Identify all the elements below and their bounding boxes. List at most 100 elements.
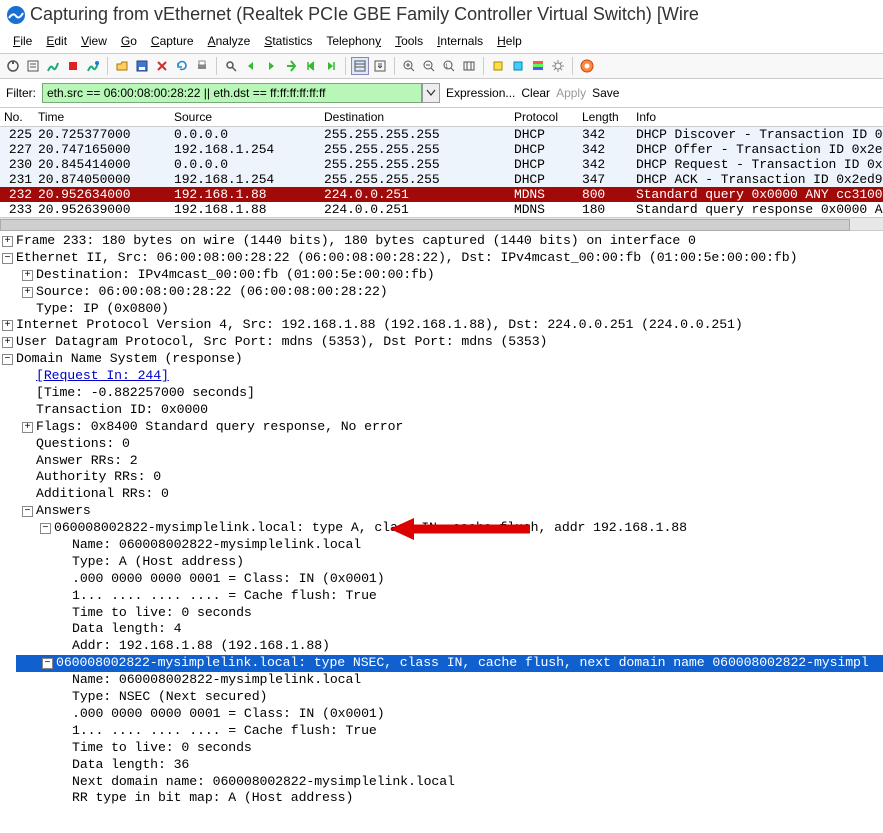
answer-1-type[interactable]: Type: A (Host address)	[72, 554, 244, 569]
display-filter-icon[interactable]	[509, 57, 527, 75]
request-link[interactable]: [Request In: 244]	[36, 368, 169, 383]
menu-view[interactable]: View	[74, 31, 114, 51]
collapse-icon[interactable]: −	[2, 354, 13, 365]
packet-list[interactable]: 22520.7253770000.0.0.0255.255.255.255DHC…	[0, 127, 883, 217]
col-protocol[interactable]: Protocol	[514, 110, 582, 124]
answer-2-type[interactable]: Type: NSEC (Next secured)	[72, 689, 267, 704]
menu-capture[interactable]: Capture	[144, 31, 201, 51]
answer-1[interactable]: 060008002822-mysimplelink.local: type A,…	[54, 520, 687, 535]
dns-txid[interactable]: Transaction ID: 0x0000	[36, 402, 208, 417]
menu-statistics[interactable]: Statistics	[257, 31, 319, 51]
options-icon[interactable]	[24, 57, 42, 75]
dns-questions[interactable]: Questions: 0	[36, 436, 130, 451]
answer-2[interactable]: 060008002822-mysimplelink.local: type NS…	[56, 655, 869, 670]
open-icon[interactable]	[113, 57, 131, 75]
save-icon[interactable]	[133, 57, 151, 75]
answer-1-datalen[interactable]: Data length: 4	[72, 621, 181, 636]
dns-authority-rrs[interactable]: Authority RRs: 0	[36, 469, 161, 484]
packet-row[interactable]: 23020.8454140000.0.0.0255.255.255.255DHC…	[0, 157, 883, 172]
forward-icon[interactable]	[262, 57, 280, 75]
filter-dropdown[interactable]	[422, 83, 440, 103]
expression-button[interactable]: Expression...	[446, 86, 515, 100]
answer-1-ttl[interactable]: Time to live: 0 seconds	[72, 605, 252, 620]
ip-summary[interactable]: Internet Protocol Version 4, Src: 192.16…	[16, 317, 743, 332]
answer-2-name[interactable]: Name: 060008002822-mysimplelink.local	[72, 672, 361, 687]
col-info[interactable]: Info	[636, 110, 883, 124]
save-button[interactable]: Save	[592, 86, 619, 100]
menu-telephony[interactable]: Telephony	[319, 31, 388, 51]
packet-row[interactable]: 22720.747165000192.168.1.254255.255.255.…	[0, 142, 883, 157]
packet-row[interactable]: 23220.952634000192.168.1.88224.0.0.251MD…	[0, 187, 883, 202]
answer-2-next[interactable]: Next domain name: 060008002822-mysimplel…	[72, 774, 455, 789]
dns-flags[interactable]: Flags: 0x8400 Standard query response, N…	[36, 419, 403, 434]
last-icon[interactable]	[322, 57, 340, 75]
apply-button[interactable]: Apply	[556, 86, 586, 100]
expand-icon[interactable]: +	[2, 320, 13, 331]
eth-destination[interactable]: Destination: IPv4mcast_00:00:fb (01:00:5…	[36, 267, 435, 282]
col-source[interactable]: Source	[174, 110, 324, 124]
answer-2-rrtype[interactable]: RR type in bit map: A (Host address)	[72, 790, 353, 805]
ethernet-summary[interactable]: Ethernet II, Src: 06:00:08:00:28:22 (06:…	[16, 250, 797, 265]
menu-edit[interactable]: Edit	[39, 31, 74, 51]
eth-source[interactable]: Source: 06:00:08:00:28:22 (06:00:08:00:2…	[36, 284, 388, 299]
expand-icon[interactable]: +	[22, 270, 33, 281]
help-icon[interactable]	[578, 57, 596, 75]
packet-row[interactable]: 23120.874050000192.168.1.254255.255.255.…	[0, 172, 883, 187]
dns-additional-rrs[interactable]: Additional RRs: 0	[36, 486, 169, 501]
first-icon[interactable]	[302, 57, 320, 75]
colorize-icon[interactable]	[351, 57, 369, 75]
clear-button[interactable]: Clear	[521, 86, 550, 100]
collapse-icon[interactable]: −	[2, 253, 13, 264]
find-icon[interactable]	[222, 57, 240, 75]
expand-icon[interactable]: +	[2, 236, 13, 247]
capture-filter-icon[interactable]	[489, 57, 507, 75]
menu-go[interactable]: Go	[114, 31, 144, 51]
back-icon[interactable]	[242, 57, 260, 75]
reload-icon[interactable]	[173, 57, 191, 75]
dns-summary[interactable]: Domain Name System (response)	[16, 351, 243, 366]
goto-icon[interactable]	[282, 57, 300, 75]
horizontal-scrollbar[interactable]	[0, 217, 883, 231]
packet-row[interactable]: 22520.7253770000.0.0.0255.255.255.255DHC…	[0, 127, 883, 142]
zoom-100-icon[interactable]: 1	[440, 57, 458, 75]
coloring-rules-icon[interactable]	[529, 57, 547, 75]
collapse-icon[interactable]: −	[40, 523, 51, 534]
answer-2-datalen[interactable]: Data length: 36	[72, 757, 189, 772]
stop-icon[interactable]	[64, 57, 82, 75]
resize-cols-icon[interactable]	[460, 57, 478, 75]
prefs-icon[interactable]	[549, 57, 567, 75]
dns-answer-rrs[interactable]: Answer RRs: 2	[36, 453, 138, 468]
restart-icon[interactable]	[84, 57, 102, 75]
packet-row[interactable]: 23320.952639000192.168.1.88224.0.0.251MD…	[0, 202, 883, 217]
packet-detail-pane[interactable]: +Frame 233: 180 bytes on wire (1440 bits…	[0, 231, 883, 817]
zoom-out-icon[interactable]	[420, 57, 438, 75]
col-no[interactable]: No.	[0, 110, 38, 124]
answer-1-class[interactable]: .000 0000 0000 0001 = Class: IN (0x0001)	[72, 571, 385, 586]
menu-analyze[interactable]: Analyze	[201, 31, 258, 51]
col-length[interactable]: Length	[582, 110, 636, 124]
dns-time[interactable]: [Time: -0.882257000 seconds]	[36, 385, 255, 400]
udp-summary[interactable]: User Datagram Protocol, Src Port: mdns (…	[16, 334, 547, 349]
eth-type[interactable]: Type: IP (0x0800)	[36, 301, 169, 316]
collapse-icon[interactable]: −	[42, 658, 53, 669]
filter-input[interactable]	[42, 83, 422, 103]
print-icon[interactable]	[193, 57, 211, 75]
close-icon[interactable]	[153, 57, 171, 75]
answer-2-cacheflush[interactable]: 1... .... .... .... = Cache flush: True	[72, 723, 377, 738]
expand-icon[interactable]: +	[22, 287, 33, 298]
expand-icon[interactable]: +	[22, 422, 33, 433]
zoom-in-icon[interactable]	[400, 57, 418, 75]
menu-help[interactable]: Help	[490, 31, 529, 51]
menu-tools[interactable]: Tools	[388, 31, 430, 51]
interfaces-icon[interactable]	[4, 57, 22, 75]
answer-1-addr[interactable]: Addr: 192.168.1.88 (192.168.1.88)	[72, 638, 330, 653]
dns-answers[interactable]: Answers	[36, 503, 91, 518]
answer-1-name[interactable]: Name: 060008002822-mysimplelink.local	[72, 537, 361, 552]
answer-2-class[interactable]: .000 0000 0000 0001 = Class: IN (0x0001)	[72, 706, 385, 721]
answer-1-cacheflush[interactable]: 1... .... .... .... = Cache flush: True	[72, 588, 377, 603]
menu-file[interactable]: File	[6, 31, 39, 51]
expand-icon[interactable]: +	[2, 337, 13, 348]
collapse-icon[interactable]: −	[22, 506, 33, 517]
menu-internals[interactable]: Internals	[430, 31, 490, 51]
col-time[interactable]: Time	[38, 110, 174, 124]
